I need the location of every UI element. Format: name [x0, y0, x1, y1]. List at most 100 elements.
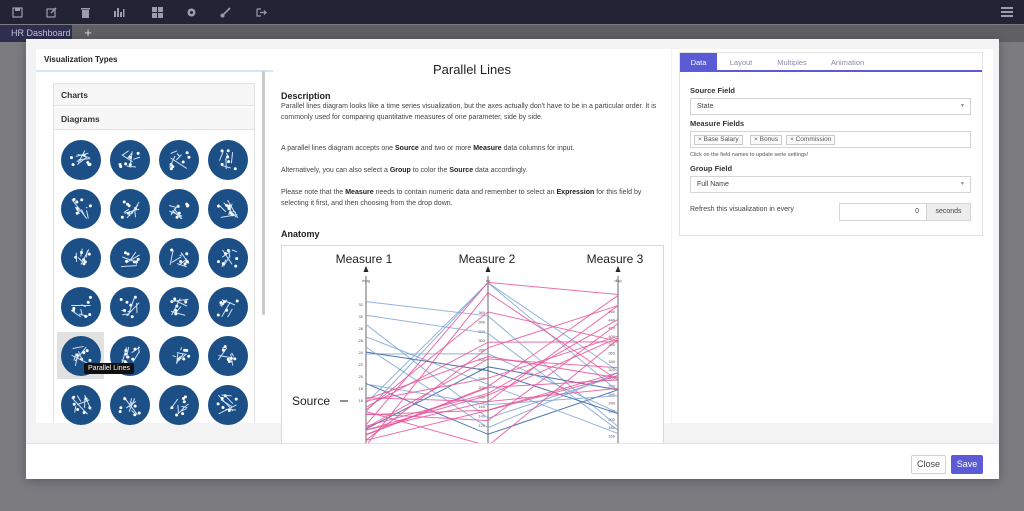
tree-diagram-icon — [109, 237, 150, 278]
axis-tag-3: disp — [614, 278, 622, 283]
source-field-select[interactable]: State ▼ — [690, 98, 971, 115]
description-panel: Parallel Lines Description Parallel line… — [273, 49, 671, 445]
dot-grid-icon — [158, 335, 199, 376]
wave-chart-icon — [60, 384, 101, 425]
top-toolbar — [0, 0, 1024, 24]
axis-arrow-icon — [615, 266, 621, 272]
axis-tick-label: 160 — [478, 404, 485, 409]
measure-fields-input[interactable]: × Base Salary × Bonus × Commission — [690, 131, 971, 148]
anatomy-svg: Measure 1 Measure 2 Measure 3 Source mpg… — [292, 252, 644, 444]
sign-out-icon[interactable] — [244, 0, 278, 24]
save-button[interactable]: Save — [951, 455, 983, 474]
group-field-select[interactable]: Full Name ▼ — [690, 176, 971, 193]
description-paragraph-3: Alternatively, you can also select a Gro… — [281, 167, 528, 174]
visualization-modal: Visualization Types Charts Diagrams Para… — [26, 39, 999, 479]
gear-icon[interactable] — [174, 0, 208, 24]
grid-table-icon — [60, 188, 101, 229]
org-chart-option[interactable] — [204, 381, 251, 428]
tab-data[interactable]: Data — [680, 53, 717, 72]
trash-icon[interactable] — [68, 0, 102, 24]
axis-tick-label: 340 — [478, 319, 485, 324]
axis-tick-label: 22 — [359, 362, 364, 367]
sunburst-option[interactable] — [106, 381, 153, 428]
modal-body: Visualization Types Charts Diagrams Para… — [26, 39, 999, 445]
scatter-dots-option[interactable] — [155, 381, 202, 428]
sphere-icon — [158, 188, 199, 229]
sphere-option[interactable] — [155, 185, 202, 232]
dot-matrix-option[interactable] — [106, 283, 153, 330]
tab-multiples[interactable]: Multiples — [765, 53, 819, 72]
tab-animation[interactable]: Animation — [819, 53, 876, 72]
circle-packing-icon — [207, 188, 248, 229]
save-icon[interactable] — [0, 0, 34, 24]
accordion-diagrams[interactable]: Diagrams — [54, 108, 254, 130]
menu-icon[interactable] — [990, 0, 1024, 24]
dashboard-icon[interactable] — [140, 0, 174, 24]
group-field-label: Group Field — [690, 164, 733, 173]
tab-layout[interactable]: Layout — [717, 53, 765, 72]
network-graph-icon — [158, 237, 199, 278]
table-list-icon — [158, 139, 199, 180]
accordion-charts[interactable]: Charts — [54, 84, 254, 106]
node-link-option[interactable] — [204, 283, 251, 330]
sunburst-icon — [109, 384, 150, 425]
chevron-down-icon: ▼ — [960, 103, 965, 109]
visualization-accordion: Charts Diagrams Parallel Lines — [53, 83, 255, 425]
title-underline — [36, 70, 273, 72]
stream-graph-option[interactable] — [106, 185, 153, 232]
bar-list-option[interactable] — [155, 283, 202, 330]
settings-tabs: Data Layout Multiples Animation — [680, 53, 982, 72]
refresh-unit-label: seconds — [926, 203, 971, 221]
panel-scrollbar[interactable] — [262, 71, 265, 315]
axis-tick-label: 300 — [478, 338, 485, 343]
anatomy-source-line — [365, 282, 619, 404]
axis-tag-1: mpg — [362, 278, 370, 283]
scatter-dots-icon — [158, 384, 199, 425]
axis-arrow-icon — [363, 266, 369, 272]
network-graph-option[interactable] — [155, 234, 202, 281]
description-paragraph-4: Please note that the Measure needs to co… — [281, 189, 642, 207]
calendar-grid-icon — [60, 286, 101, 327]
table-list-option[interactable] — [155, 136, 202, 183]
funnel-bars-icon — [207, 237, 248, 278]
heatmap-option[interactable] — [57, 234, 104, 281]
measure-tag-base-salary[interactable]: × Base Salary — [694, 135, 743, 145]
anatomy-source-line — [365, 356, 619, 400]
measure-tag-bonus[interactable]: × Bonus — [750, 135, 783, 145]
brush-icon[interactable] — [208, 0, 242, 24]
axis-tick-label: 360 — [608, 351, 615, 356]
measure-1-label: Measure 1 — [336, 252, 393, 266]
measure-tag-commission[interactable]: × Commission — [786, 135, 836, 145]
axis-arrow-icon — [485, 266, 491, 272]
funnel-bars-option[interactable] — [204, 234, 251, 281]
edit-icon[interactable] — [34, 0, 68, 24]
grid-table-option[interactable] — [57, 185, 104, 232]
close-button[interactable]: Close — [911, 455, 946, 474]
source-field-label: Source Field — [690, 86, 736, 95]
measure-fields-hint: Click on the field names to update serie… — [690, 152, 809, 158]
source-label: Source — [292, 394, 330, 408]
line-chart-option[interactable] — [204, 136, 251, 183]
cross-lines-icon — [207, 335, 248, 376]
wave-chart-option[interactable] — [57, 381, 104, 428]
refresh-interval-input[interactable]: 0 — [839, 203, 927, 221]
bar-chart-icon[interactable] — [102, 0, 136, 24]
bubble-cluster-option[interactable] — [106, 136, 153, 183]
circle-packing-option[interactable] — [204, 185, 251, 232]
network-diagram-option[interactable] — [57, 136, 104, 183]
calendar-grid-option[interactable] — [57, 283, 104, 330]
measure-fields-label: Measure Fields — [690, 119, 745, 128]
dot-grid-option[interactable] — [155, 332, 202, 379]
axis-tick-label: 240 — [608, 400, 615, 405]
heatmap-icon — [60, 237, 101, 278]
refresh-label: Refresh this visualization in every — [690, 206, 794, 213]
anatomy-illustration: Measure 1 Measure 2 Measure 3 Source mpg… — [281, 245, 664, 445]
org-chart-icon — [207, 384, 248, 425]
source-field-value: State — [697, 103, 714, 110]
tree-diagram-option[interactable] — [106, 234, 153, 281]
axis-tick-label: 30 — [359, 314, 364, 319]
line-chart-icon — [207, 139, 248, 180]
page-title: Parallel Lines — [432, 62, 512, 77]
cross-lines-option[interactable] — [204, 332, 251, 379]
settings-box: Data Layout Multiples Animation Source F… — [679, 52, 983, 236]
